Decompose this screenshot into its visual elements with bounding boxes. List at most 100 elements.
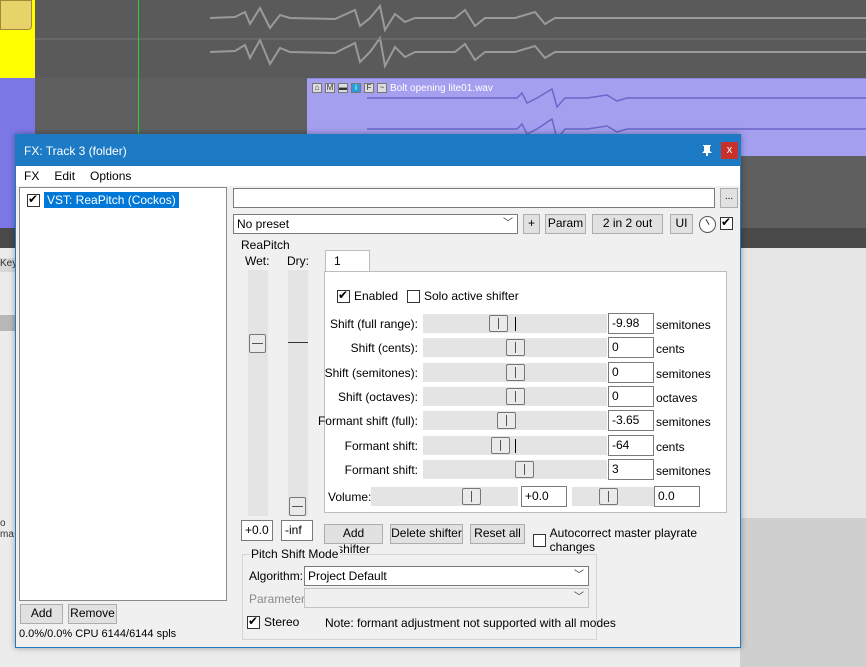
param-value[interactable]: 3 xyxy=(608,459,654,480)
tab-shifter-1[interactable]: 1 xyxy=(325,250,370,272)
menu-options[interactable]: Options xyxy=(82,166,138,186)
wet-label: Wet: xyxy=(245,254,270,268)
param-value[interactable]: 0 xyxy=(608,386,654,407)
screen: ⌂ M ▬ i F ~ Bolt opening lite01.wav Keys… xyxy=(0,0,866,667)
fx-chain-item-label[interactable]: VST: ReaPitch (Cockos) xyxy=(44,192,179,208)
dry-value[interactable]: -inf xyxy=(281,520,313,541)
pan-slider-thumb[interactable] xyxy=(599,488,618,505)
title-bar[interactable]: FX: Track 3 (folder) x xyxy=(16,135,740,166)
param-label: Shift (full range): xyxy=(329,317,418,331)
autocorrect-row[interactable]: Autocorrect master playrate changes xyxy=(533,526,740,554)
param-slider-thumb[interactable] xyxy=(497,412,516,429)
ui-button[interactable]: UI xyxy=(670,214,693,234)
fx-name-field[interactable] xyxy=(233,188,715,208)
param-slider[interactable] xyxy=(423,436,607,455)
preset-dropdown[interactable]: No preset ﹀ xyxy=(233,214,518,234)
param-value[interactable]: -3.65 xyxy=(608,410,654,431)
info-icon[interactable]: i xyxy=(351,83,361,93)
param-slider[interactable] xyxy=(423,314,607,333)
reset-all-button[interactable]: Reset all xyxy=(470,524,525,544)
param-value[interactable]: 0 xyxy=(608,337,654,358)
param-slider[interactable] xyxy=(423,411,607,430)
algorithm-dropdown[interactable]: Project Default ﹀ xyxy=(304,566,589,586)
remove-fx-button[interactable]: Remove xyxy=(68,604,117,624)
param-unit: cents xyxy=(656,440,685,454)
param-slider-thumb[interactable] xyxy=(489,315,508,332)
param-value[interactable]: 0 xyxy=(608,362,654,383)
bypass-checkbox[interactable] xyxy=(720,215,733,230)
param-slider[interactable] xyxy=(423,460,607,479)
stereo-row[interactable]: Stereo xyxy=(247,614,299,629)
param-value[interactable]: -64 xyxy=(608,435,654,456)
menu-fx[interactable]: FX xyxy=(16,166,46,186)
pin-glyph xyxy=(702,145,712,156)
delete-shifter-button[interactable]: Delete shifter xyxy=(390,524,463,544)
param-slider-thumb[interactable] xyxy=(506,339,525,356)
pan-slider[interactable] xyxy=(572,487,655,506)
fx-enable-checkbox[interactable] xyxy=(27,192,40,207)
add-fx-button[interactable]: Add xyxy=(20,604,63,624)
menu-bar: FX Edit Options xyxy=(16,166,740,186)
param-unit: semitones xyxy=(656,367,711,381)
dry-fader-mark xyxy=(288,342,308,343)
io-routing-button[interactable]: 2 in 2 out xyxy=(592,214,663,234)
wet-fader-thumb[interactable] xyxy=(249,334,266,353)
mute-icon[interactable]: M xyxy=(325,83,335,93)
pan-value[interactable]: 0.0 xyxy=(654,486,700,507)
param-slider[interactable] xyxy=(423,338,607,357)
solo-label: Solo active shifter xyxy=(424,289,519,303)
parameter-label: Parameter: xyxy=(249,592,309,606)
window-title: FX: Track 3 (folder) xyxy=(24,144,127,158)
menu-edit[interactable]: Edit xyxy=(46,166,82,186)
param-slider[interactable] xyxy=(423,363,607,382)
param-unit: octaves xyxy=(656,391,698,405)
param-slider-thumb[interactable] xyxy=(515,461,534,478)
solo-checkbox[interactable] xyxy=(407,289,420,303)
fx-chain-list[interactable]: VST: ReaPitch (Cockos) xyxy=(19,187,227,601)
param-slider-thumb[interactable] xyxy=(506,388,525,405)
param-slider-thumb[interactable] xyxy=(491,437,510,454)
dry-fader-thumb[interactable] xyxy=(289,497,306,516)
autocorrect-label: Autocorrect master playrate changes xyxy=(549,526,698,554)
param-label: Formant shift: xyxy=(344,463,418,477)
param-button[interactable]: Param xyxy=(545,214,586,234)
lock-icon[interactable]: ⌂ xyxy=(312,83,322,93)
pin-icon[interactable] xyxy=(700,143,714,157)
volume-value[interactable]: +0.0 xyxy=(521,486,567,507)
stereo-checkbox[interactable] xyxy=(247,614,260,629)
param-unit: semitones xyxy=(656,318,711,332)
pitch-shift-mode-label: Pitch Shift Mode xyxy=(249,547,341,561)
volume-slider-thumb[interactable] xyxy=(462,488,481,505)
folder-icon xyxy=(0,0,32,30)
param-label: Shift (octaves): xyxy=(337,390,418,404)
comment-icon[interactable]: ▬ xyxy=(338,83,348,93)
solo-row[interactable]: Solo active shifter xyxy=(407,289,519,303)
param-slider[interactable] xyxy=(423,387,607,406)
volume-slider[interactable] xyxy=(371,487,518,506)
mixer-panel-bottom xyxy=(740,518,866,667)
autocorrect-checkbox[interactable] xyxy=(533,533,546,547)
add-shifter-button[interactable]: Add shifter xyxy=(324,524,383,556)
cpu-usage: 0.0%/0.0% CPU 6144/6144 spls xyxy=(19,628,177,640)
fx-icon[interactable]: F xyxy=(364,83,374,93)
chevron-down-icon: ﹀ xyxy=(574,592,584,603)
close-button[interactable]: x xyxy=(721,142,738,159)
wet-fader[interactable] xyxy=(248,270,268,516)
wet-value[interactable]: +0.0 xyxy=(241,520,273,541)
enabled-checkbox[interactable] xyxy=(337,288,350,303)
mixer-panel-right xyxy=(740,248,866,518)
param-slider-thumb[interactable] xyxy=(506,364,525,381)
envelope-icon[interactable]: ~ xyxy=(377,83,387,93)
param-slider-center-mark xyxy=(515,439,516,453)
algorithm-label: Algorithm: xyxy=(249,569,304,583)
parameter-dropdown: ﹀ xyxy=(304,588,589,608)
wet-knob-icon[interactable] xyxy=(699,216,716,233)
edit-cursor xyxy=(138,0,139,136)
browse-button[interactable]: ... xyxy=(720,188,738,208)
param-value[interactable]: -9.98 xyxy=(608,313,654,334)
fx-chain-item[interactable]: VST: ReaPitch (Cockos) xyxy=(27,192,179,208)
param-label: Shift (cents): xyxy=(350,341,418,355)
dry-fader[interactable] xyxy=(288,270,308,516)
preset-plus-button[interactable]: + xyxy=(523,214,540,234)
enabled-row[interactable]: Enabled xyxy=(337,288,398,303)
